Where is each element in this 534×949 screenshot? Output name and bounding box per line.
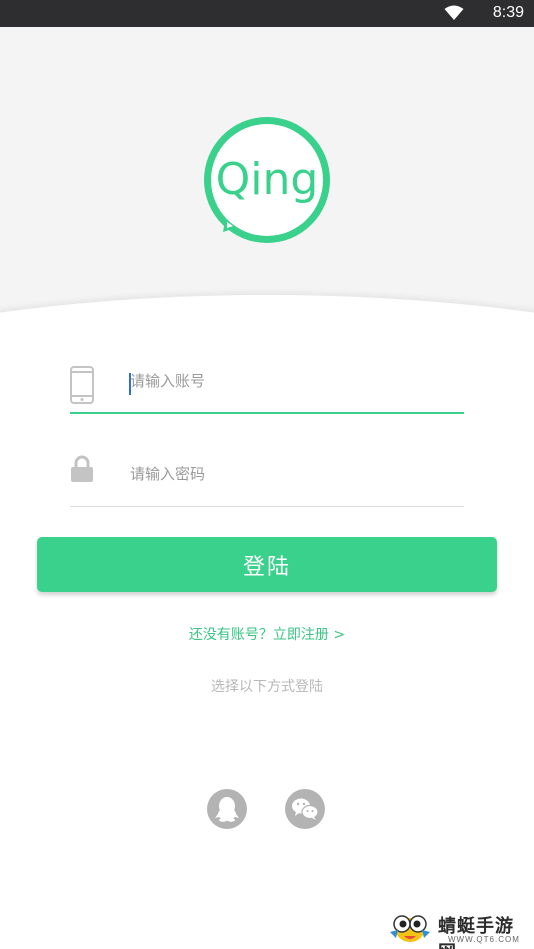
- alt-login-label: 选择以下方式登陆: [211, 679, 323, 695]
- wifi-icon: [444, 5, 464, 25]
- qq-login-button[interactable]: [207, 789, 247, 829]
- phone-icon: [70, 366, 94, 408]
- watermark: 蜻蜓手游网 WWW.QT6.COM: [386, 910, 532, 949]
- password-input[interactable]: [130, 465, 450, 483]
- login-button[interactable]: 登陆: [37, 537, 497, 592]
- watermark-url: WWW.QT6.COM: [448, 935, 520, 944]
- wechat-icon: [292, 798, 319, 820]
- account-input[interactable]: [130, 372, 450, 390]
- register-link[interactable]: 还没有账号？立即注册 >: [0, 624, 534, 644]
- lock-icon: [70, 455, 94, 487]
- status-bar: 8:39: [0, 0, 534, 27]
- logo-text: Qing: [216, 154, 319, 205]
- wechat-login-button[interactable]: [285, 789, 325, 829]
- password-field[interactable]: [70, 447, 464, 507]
- status-time: 8:39: [492, 4, 524, 21]
- header-curve: [0, 295, 534, 327]
- qq-icon: [215, 797, 239, 822]
- app-logo: Qing: [199, 112, 335, 248]
- account-field[interactable]: [70, 354, 464, 414]
- dragonfly-mascot-icon: [390, 915, 430, 942]
